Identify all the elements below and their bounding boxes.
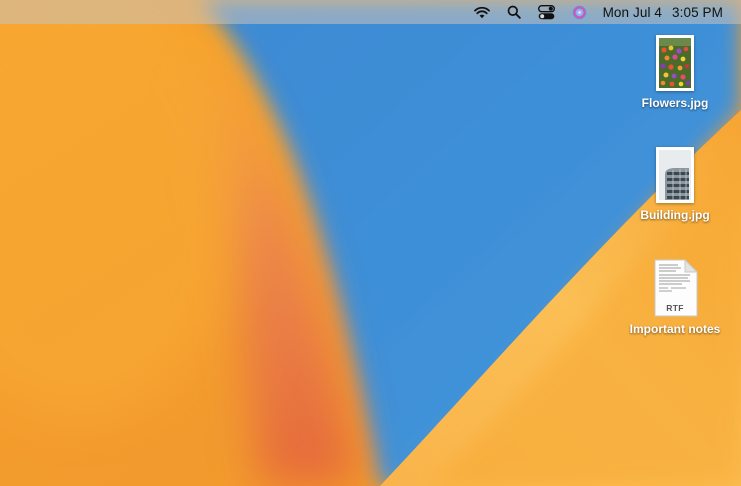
flowers-thumbnail <box>656 35 694 91</box>
menu-bar-clock[interactable]: Mon Jul 4 3:05 PM <box>603 0 723 24</box>
desktop-icon-label: Important notes <box>629 322 721 336</box>
search-icon[interactable] <box>505 0 523 24</box>
clock-date: Mon Jul 4 <box>602 4 663 20</box>
desktop-icon-label: Building.jpg <box>640 208 710 222</box>
wifi-icon[interactable] <box>471 0 493 24</box>
siri-icon[interactable] <box>570 0 590 24</box>
building-thumbnail <box>656 147 694 203</box>
menu-bar: Mon Jul 4 3:05 PM <box>0 0 741 24</box>
clock-time: 3:05 PM <box>672 4 723 20</box>
desktop-icon-flowers[interactable]: Flowers.jpg <box>620 35 730 110</box>
desktop-icon-important-notes[interactable]: RTF Important notes <box>620 258 730 336</box>
control-center-icon[interactable] <box>537 0 557 24</box>
rtf-document-icon: RTF <box>652 258 699 317</box>
file-type-badge: RTF <box>666 303 684 313</box>
desktop-icon-building[interactable]: Building.jpg <box>620 147 730 222</box>
desktop[interactable]: Mon Jul 4 3:05 PM Flowers.jpg Building.j… <box>0 0 741 486</box>
desktop-icon-label: Flowers.jpg <box>641 96 709 110</box>
